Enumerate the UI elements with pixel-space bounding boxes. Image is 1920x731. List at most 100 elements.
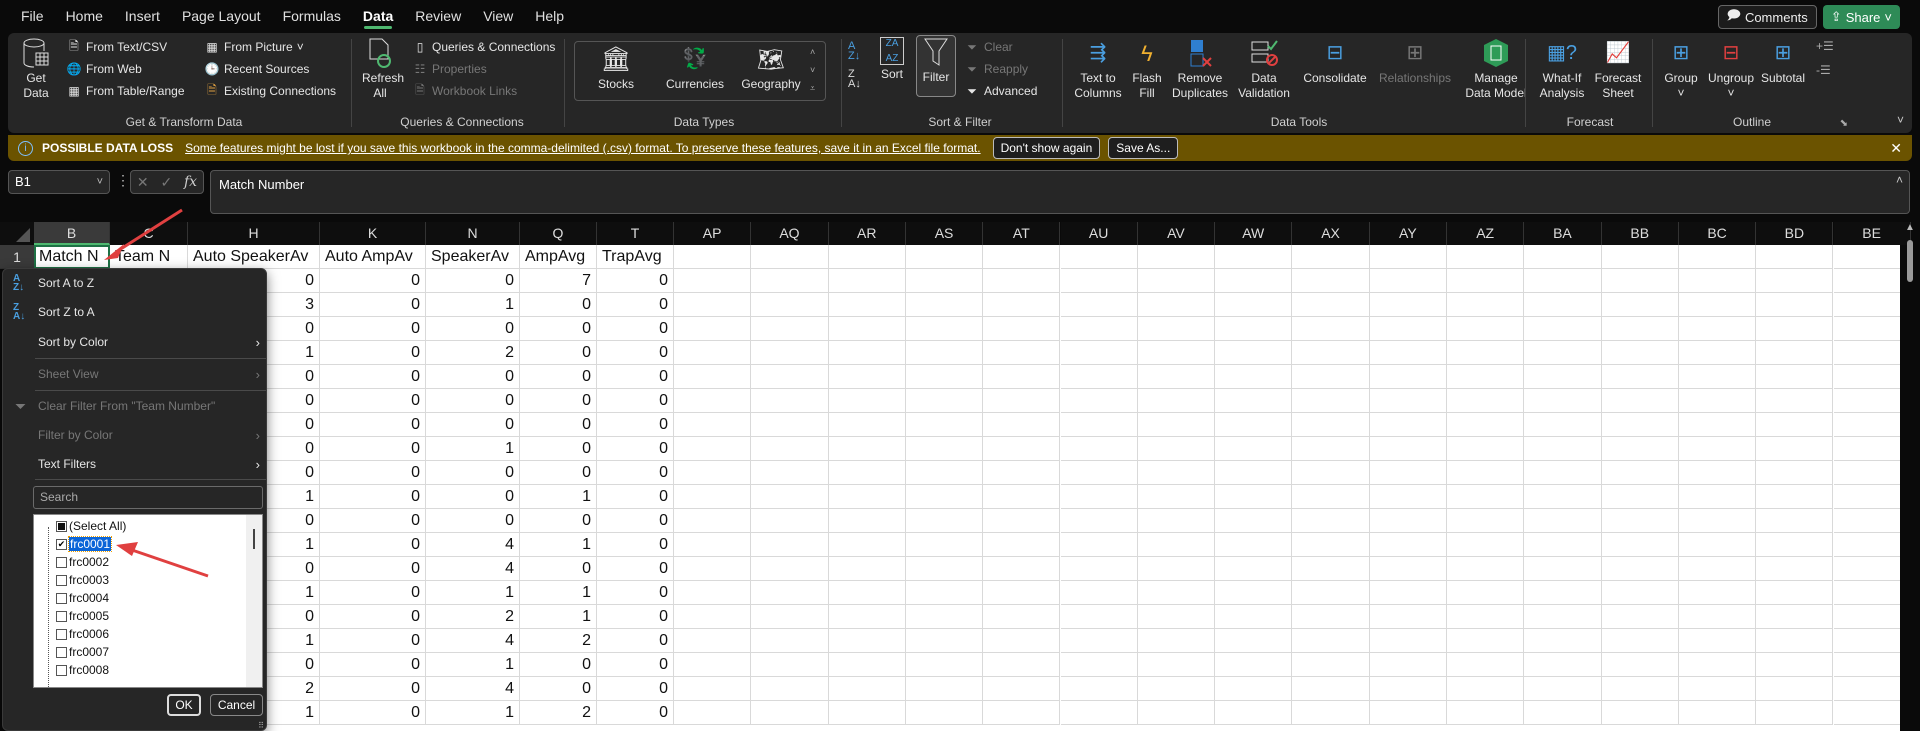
table-cell[interactable]: 0 [520, 413, 597, 437]
cell[interactable] [1215, 701, 1293, 725]
cell[interactable] [1524, 605, 1602, 629]
table-cell[interactable]: 1 [426, 293, 520, 317]
table-cell[interactable]: 1 [426, 653, 520, 677]
cell[interactable] [1137, 245, 1216, 269]
cell[interactable] [1292, 461, 1370, 485]
table-cell[interactable]: 0 [597, 533, 674, 557]
cell[interactable] [1447, 461, 1525, 485]
cell[interactable] [1137, 365, 1216, 389]
cell[interactable] [1833, 605, 1900, 629]
table-cell[interactable]: 0 [597, 557, 674, 581]
cell[interactable] [1524, 461, 1602, 485]
cell[interactable] [1756, 509, 1834, 533]
cell[interactable] [1137, 533, 1216, 557]
cell[interactable] [1060, 701, 1138, 725]
table-cell[interactable]: 0 [520, 509, 597, 533]
cell[interactable] [1756, 485, 1834, 509]
cell[interactable] [1678, 557, 1757, 581]
table-cell[interactable]: 1 [426, 581, 520, 605]
cell[interactable] [983, 701, 1061, 725]
cell[interactable] [828, 653, 906, 677]
table-cell[interactable]: 0 [597, 677, 674, 701]
cell[interactable] [1447, 365, 1525, 389]
cell[interactable] [828, 509, 906, 533]
filter-list-item[interactable]: frc0007 [56, 643, 109, 661]
column-header-AP[interactable]: AP [674, 222, 752, 245]
cell[interactable] [751, 701, 829, 725]
cell[interactable] [1524, 629, 1602, 653]
cell[interactable] [751, 245, 829, 269]
cell[interactable] [1601, 437, 1679, 461]
column-header-BA[interactable]: BA [1524, 222, 1602, 245]
more-options-icon[interactable]: ⋮ [116, 172, 130, 189]
cell[interactable] [905, 341, 984, 365]
column-header-AX[interactable]: AX [1292, 222, 1370, 245]
cell[interactable] [1833, 557, 1900, 581]
cell[interactable] [1060, 437, 1138, 461]
table-cell[interactable]: 0 [320, 293, 426, 317]
column-header-B[interactable]: B [34, 222, 110, 245]
cell[interactable] [905, 677, 984, 701]
cell[interactable] [1524, 581, 1602, 605]
column-header-N[interactable]: N [426, 222, 520, 245]
cell[interactable] [674, 341, 752, 365]
table-cell[interactable]: 0 [320, 533, 426, 557]
cell[interactable] [905, 365, 984, 389]
column-header-BC[interactable]: BC [1678, 222, 1757, 245]
table-cell[interactable]: 0 [520, 365, 597, 389]
table-cell[interactable]: 0 [320, 653, 426, 677]
table-cell[interactable]: 1 [520, 605, 597, 629]
table-cell[interactable]: 0 [320, 461, 426, 485]
cell[interactable] [751, 509, 829, 533]
cell[interactable] [1215, 413, 1293, 437]
table-cell[interactable]: 0 [520, 653, 597, 677]
table-cell[interactable]: 0 [597, 485, 674, 509]
formula-input[interactable]: Match Number ˄ [210, 170, 1910, 214]
table-cell[interactable]: 0 [597, 293, 674, 317]
cell[interactable] [1447, 413, 1525, 437]
table-cell[interactable]: 0 [520, 677, 597, 701]
cell[interactable] [828, 557, 906, 581]
list-scroll-thumb[interactable] [253, 529, 255, 549]
dialog-launcher-icon[interactable]: ⬊ [1840, 118, 1848, 129]
clear-filter-item[interactable]: ⏷ Clear Filter From "Team Number" [3, 393, 266, 419]
what-if-analysis-button[interactable]: ▦? What-If Analysis [1534, 37, 1590, 101]
table-cell[interactable]: 0 [520, 317, 597, 341]
cell[interactable] [983, 557, 1061, 581]
cell[interactable] [1060, 581, 1138, 605]
sort-button[interactable]: ZA AZ Sort [876, 37, 908, 82]
cell[interactable] [905, 629, 984, 653]
cell[interactable] [1137, 317, 1216, 341]
cell[interactable] [1678, 629, 1757, 653]
cell[interactable] [1833, 677, 1900, 701]
column-header-C[interactable]: C [110, 222, 188, 245]
cell[interactable] [1447, 509, 1525, 533]
menu-tab-insert[interactable]: Insert [114, 0, 171, 32]
cell[interactable] [751, 557, 829, 581]
cell[interactable] [1447, 533, 1525, 557]
select-all-corner[interactable] [0, 222, 34, 245]
table-cell[interactable]: 1 [520, 581, 597, 605]
cell[interactable] [905, 437, 984, 461]
cell[interactable] [1292, 269, 1370, 293]
cell[interactable] [1215, 317, 1293, 341]
cell[interactable] [1292, 437, 1370, 461]
cell[interactable] [983, 581, 1061, 605]
cell[interactable] [1833, 341, 1900, 365]
menu-tab-formulas[interactable]: Formulas [272, 0, 352, 32]
reapply-button[interactable]: ⏷ Reapply [964, 61, 1028, 77]
cell[interactable] [674, 533, 752, 557]
cell[interactable] [1369, 293, 1447, 317]
cell[interactable] [751, 365, 829, 389]
text-filters-item[interactable]: Text Filters › [3, 451, 266, 477]
filter-list-item[interactable]: frc0002 [56, 553, 109, 571]
column-header-AU[interactable]: AU [1060, 222, 1138, 245]
cell[interactable] [983, 317, 1061, 341]
table-cell[interactable]: 0 [320, 677, 426, 701]
cell[interactable] [751, 581, 829, 605]
cell[interactable] [674, 365, 752, 389]
cell[interactable] [1678, 533, 1757, 557]
cell[interactable] [828, 293, 906, 317]
cell[interactable] [1215, 293, 1293, 317]
cell[interactable] [1756, 245, 1834, 269]
